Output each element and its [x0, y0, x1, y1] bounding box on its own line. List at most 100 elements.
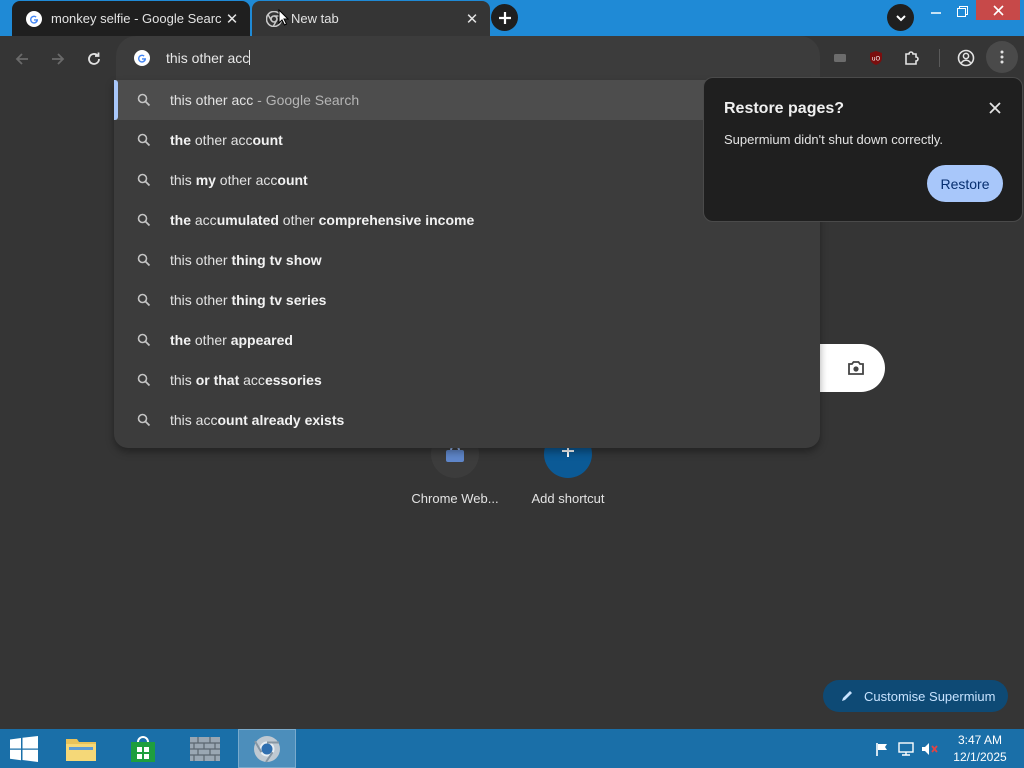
toolbar-separator	[939, 49, 940, 67]
forward-button[interactable]	[45, 46, 71, 72]
plus-icon	[498, 11, 511, 24]
taskbar: 3:47 AM 12/1/2025	[0, 729, 1024, 768]
address-bar[interactable]: this other acc	[116, 36, 820, 80]
back-arrow-icon	[15, 53, 28, 65]
shortcut-label: Chrome Web...	[411, 491, 499, 506]
suggestion-text-part: thing tv show	[231, 252, 322, 268]
suggestion-item[interactable]: this other thing tv series	[114, 280, 820, 320]
windows-logo-icon	[10, 735, 38, 762]
browser-menu-button[interactable]	[986, 41, 1018, 73]
shortcut-label: Add shortcut	[531, 491, 605, 506]
extension-puzzle-pinned-icon[interactable]	[828, 46, 852, 70]
ublock-shield-icon: uO	[870, 51, 882, 65]
start-button[interactable]	[0, 729, 48, 768]
puzzle-icon	[905, 51, 919, 65]
suggestion-text: this my other account	[170, 172, 308, 188]
suggestion-item[interactable]: this other thing tv show	[114, 240, 820, 280]
kebab-menu-icon	[1000, 50, 1004, 64]
close-icon	[992, 4, 1004, 16]
search-icon	[137, 133, 151, 147]
search-icon	[137, 413, 151, 427]
suggestion-text-part: comprehensive income	[318, 212, 475, 228]
taskbar-file-explorer[interactable]	[52, 729, 110, 768]
ublock-origin-button[interactable]: uO	[864, 46, 888, 70]
tab-search-button[interactable]	[887, 4, 914, 31]
close-tab-icon[interactable]: ✕	[462, 9, 482, 29]
suggestion-text: this other thing tv series	[170, 292, 326, 308]
text-caret	[249, 50, 251, 65]
brick-wall-icon	[190, 736, 220, 761]
suggestion-text-part: this other	[170, 292, 232, 308]
search-icon	[137, 93, 151, 107]
suggestion-text-part: appeared	[230, 332, 293, 348]
volume-muted-icon[interactable]	[921, 740, 939, 758]
new-tab-button[interactable]	[491, 4, 518, 31]
suggestion-text-part: other acc	[215, 172, 278, 188]
suggestion-text: this account already exists	[170, 412, 344, 428]
network-icon[interactable]	[897, 740, 915, 758]
clock-date: 12/1/2025	[953, 750, 1007, 764]
back-button[interactable]	[9, 46, 35, 72]
close-icon	[989, 102, 1001, 114]
tab-title: New tab	[291, 11, 339, 26]
account-circle-icon	[957, 49, 975, 67]
forward-arrow-icon	[52, 53, 65, 65]
restore-title: Restore pages?	[724, 100, 845, 117]
speaker-muted-icon	[922, 743, 938, 755]
suggestion-text-part: ount	[277, 172, 308, 188]
suggestion-text-part: this acc	[170, 412, 218, 428]
suggestion-text-part: ount	[252, 132, 283, 148]
suggestion-text-part: acc	[239, 372, 265, 388]
suggestion-text-part: my	[195, 172, 216, 188]
suggestion-text-part: ount already exists	[217, 412, 345, 428]
suggestion-text-part: other	[278, 212, 319, 228]
suggestion-item[interactable]: the other appeared	[114, 320, 820, 360]
suggestion-text: this or that accessories	[170, 372, 322, 388]
flag-icon	[876, 743, 887, 756]
suggestion-text: this other acc - Google Search	[170, 92, 359, 108]
restore-button[interactable]: Restore	[927, 165, 1003, 202]
suggestion-text: the accumulated other comprehensive inco…	[170, 212, 474, 228]
suggestion-text-part: this	[170, 172, 196, 188]
search-icon	[137, 373, 151, 387]
minimize-icon	[931, 12, 941, 14]
tab-title: monkey selfie - Google Search	[51, 11, 222, 26]
close-bubble-button[interactable]	[985, 98, 1005, 118]
profile-button[interactable]	[954, 46, 978, 70]
clock-time: 3:47 AM	[957, 733, 1003, 747]
camera-lens-icon[interactable]	[847, 359, 865, 377]
suggestion-text-part: - Google Search	[253, 92, 360, 108]
taskbar-clock[interactable]: 3:47 AM 12/1/2025	[946, 732, 1014, 766]
taskbar-firewall-app[interactable]	[176, 729, 234, 768]
taskbar-store[interactable]	[114, 729, 172, 768]
close-tab-icon[interactable]: ✕	[222, 9, 242, 29]
suggestion-item[interactable]: this or that accessories	[114, 360, 820, 400]
suggestion-text-part: the	[170, 132, 191, 148]
suggestion-text-part: or that	[195, 372, 240, 388]
suggestion-text-part: the	[170, 332, 191, 348]
customise-button[interactable]: Customise Supermium	[823, 680, 1008, 712]
reload-button[interactable]	[81, 46, 107, 72]
suggestion-text-part: essories	[264, 372, 322, 388]
taskbar-supermium[interactable]	[238, 729, 296, 768]
restore-pages-bubble: Restore pages? Supermium didn't shut dow…	[703, 77, 1023, 222]
close-window-button[interactable]	[976, 0, 1020, 20]
svg-text:uO: uO	[872, 56, 881, 63]
network-monitor-icon	[898, 742, 914, 756]
search-icon	[137, 333, 151, 347]
google-g-icon	[134, 50, 150, 66]
suggestion-text-part: this other acc	[170, 92, 254, 108]
extensions-button[interactable]	[900, 46, 924, 70]
action-center-flag-icon[interactable]	[873, 740, 891, 758]
restore-window-button[interactable]	[944, 0, 980, 22]
customise-label: Customise Supermium	[864, 688, 996, 704]
search-icon	[137, 213, 151, 227]
folder-icon	[66, 738, 96, 761]
suggestion-text-part: other	[191, 332, 231, 348]
restore-window-icon	[956, 5, 968, 17]
suggestion-item[interactable]: this account already exists	[114, 400, 820, 440]
address-input[interactable]: this other acc	[166, 50, 251, 66]
tab-monkey-selfie[interactable]: monkey selfie - Google Search ✕	[12, 1, 250, 36]
suggestion-text: the other account	[170, 132, 283, 148]
search-icon	[137, 293, 151, 307]
